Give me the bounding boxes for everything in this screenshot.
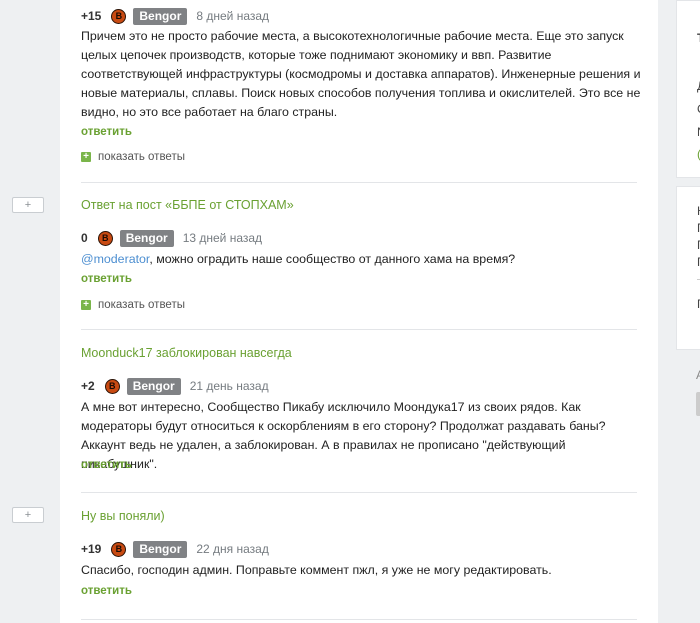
comment-rating: 0 [81, 231, 88, 245]
sidebar-block: Н П П П П [676, 186, 700, 350]
reply-link[interactable]: ответить [81, 273, 132, 285]
comment-time[interactable]: 21 день назад [190, 379, 269, 393]
author-nick[interactable]: Bengor [133, 540, 188, 558]
avatar[interactable]: B [97, 230, 113, 246]
thread-title-link[interactable]: Moonduck17 заблокирован навсегда [81, 346, 292, 360]
comment-text: @moderator, можно оградить наше сообщест… [81, 250, 641, 269]
comment-text: Причем это не просто рабочие места, а вы… [81, 29, 641, 119]
comment-rating: +2 [81, 379, 95, 393]
reply-link[interactable]: ответить [81, 126, 132, 138]
sidebar-block: Т Д С N ( [676, 0, 700, 178]
comment-rating: +19 [81, 542, 102, 556]
show-replies-label: показать ответы [98, 299, 185, 311]
thread-title-link[interactable]: Ну вы поняли) [81, 509, 165, 523]
mention-link[interactable]: @moderator [81, 252, 149, 266]
reply-link[interactable]: ответить [81, 459, 132, 471]
show-replies-button[interactable]: + показать ответы [81, 298, 185, 312]
plus-icon: + [81, 300, 91, 310]
expand-thread-button[interactable]: + [12, 507, 44, 523]
author-nick[interactable]: Bengor [133, 7, 188, 25]
author-nick[interactable]: Bengor [119, 229, 174, 247]
comment-time[interactable]: 8 дней назад [196, 9, 269, 23]
show-replies-label: показать ответы [98, 151, 185, 163]
divider [81, 619, 637, 620]
avatar[interactable]: B [111, 8, 127, 24]
sidebar-text: А [696, 368, 700, 382]
thread-title-link[interactable]: Ответ на пост «ББПЕ от СТОПХАМ» [81, 198, 294, 212]
comment-header: +19 B Bengor 22 дня назад [81, 539, 269, 559]
reply-link[interactable]: ответить [81, 585, 132, 597]
comment-text-body: , можно оградить наше сообщество от данн… [149, 252, 516, 266]
divider [81, 182, 637, 183]
plus-icon: + [81, 152, 91, 162]
right-sidebar: Т Д С N ( Н П П П П А [676, 0, 700, 623]
divider [81, 329, 637, 330]
author-nick[interactable]: Bengor [126, 377, 181, 395]
avatar[interactable]: B [111, 541, 127, 557]
comment-time[interactable]: 22 дня назад [196, 542, 269, 556]
divider [81, 492, 637, 493]
sidebar-button[interactable] [696, 392, 700, 416]
avatar[interactable]: B [104, 378, 120, 394]
expand-thread-button[interactable]: + [12, 197, 44, 213]
show-replies-button[interactable]: + показать ответы [81, 150, 185, 164]
comment-header: 0 B Bengor 13 дней назад [81, 228, 262, 248]
comment-time[interactable]: 13 дней назад [183, 231, 262, 245]
comment-header: +2 B Bengor 21 день назад [81, 376, 269, 396]
comment-text: Спасибо, господин админ. Поправьте комме… [81, 563, 552, 577]
comment-header: +15 B Bengor 8 дней назад [81, 6, 269, 26]
comment-text: А мне вот интересно, Сообщество Пикабу и… [81, 400, 606, 471]
comment-rating: +15 [81, 9, 102, 23]
